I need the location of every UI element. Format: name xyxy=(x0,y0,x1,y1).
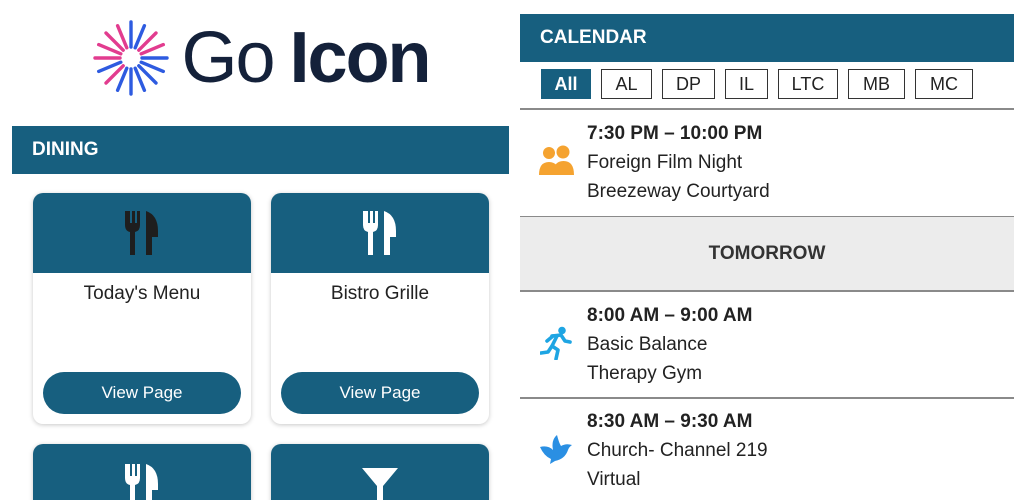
app-page: Go Icon DINING Today's Menu View Page Bis… xyxy=(0,0,1024,500)
filter-dp[interactable]: DP xyxy=(662,69,715,99)
dining-card-3[interactable] xyxy=(33,444,251,500)
card-icon-area xyxy=(271,444,489,500)
filter-il[interactable]: IL xyxy=(725,69,768,99)
filter-ltc[interactable]: LTC xyxy=(778,69,838,99)
card-title: Today's Menu xyxy=(83,283,201,304)
card-icon-area xyxy=(33,444,251,500)
divider xyxy=(520,397,1014,399)
starburst-logo-icon xyxy=(93,20,170,96)
logo: Go Icon xyxy=(12,0,509,116)
filter-mc[interactable]: MC xyxy=(915,69,973,99)
event-details: 7:30 PM – 10:00 PM Foreign Film Night Br… xyxy=(587,119,770,206)
event-location: Therapy Gym xyxy=(587,363,703,384)
event-time: 8:30 AM – 9:30 AM xyxy=(587,411,753,432)
event-time: 8:00 AM – 9:00 AM xyxy=(587,305,753,326)
filter-all[interactable]: All xyxy=(541,69,591,99)
running-icon xyxy=(538,325,574,361)
card-icon-area xyxy=(271,193,489,273)
fork-knife-icon xyxy=(125,464,158,500)
calendar-event[interactable]: 8:00 AM – 9:00 AM Basic Balance Therapy … xyxy=(520,301,1014,393)
view-page-button[interactable]: View Page xyxy=(43,372,241,414)
logo-word-icon: Icon xyxy=(289,18,432,98)
event-location: Virtual xyxy=(587,469,641,490)
filter-mb[interactable]: MB xyxy=(848,69,905,99)
event-time: 7:30 PM – 10:00 PM xyxy=(587,123,763,144)
event-details: 8:30 AM – 9:30 AM Church- Channel 219 Vi… xyxy=(587,407,768,494)
logo-word-go: Go xyxy=(181,18,275,98)
cocktail-glass-icon xyxy=(362,468,398,500)
event-title: Basic Balance xyxy=(587,334,708,355)
calendar-event[interactable]: 7:30 PM – 10:00 PM Foreign Film Night Br… xyxy=(520,119,1014,211)
divider xyxy=(520,108,1014,110)
dining-header: DINING xyxy=(12,126,509,174)
calendar-header: CALENDAR xyxy=(520,14,1014,62)
logo-wordmark: Go Icon xyxy=(181,22,431,94)
fork-knife-icon xyxy=(363,211,396,255)
event-location: Breezeway Courtyard xyxy=(587,181,770,202)
divider xyxy=(520,290,1014,292)
event-details: 8:00 AM – 9:00 AM Basic Balance Therapy … xyxy=(587,301,752,388)
fork-knife-icon xyxy=(125,211,158,255)
dining-card-4[interactable] xyxy=(271,444,489,500)
dining-card-bistro-grille[interactable]: Bistro Grille View Page xyxy=(271,193,489,424)
card-icon-area xyxy=(33,193,251,273)
event-title: Church- Channel 219 xyxy=(587,440,768,461)
dining-card-todays-menu[interactable]: Today's Menu View Page xyxy=(33,193,251,424)
tomorrow-label: TOMORROW xyxy=(520,217,1014,291)
people-icon xyxy=(538,143,574,179)
calendar-event[interactable]: 8:30 AM – 9:30 AM Church- Channel 219 Vi… xyxy=(520,407,1014,499)
view-page-button[interactable]: View Page xyxy=(281,372,479,414)
card-title: Bistro Grille xyxy=(330,283,430,304)
filter-al[interactable]: AL xyxy=(601,69,652,99)
dove-icon xyxy=(538,431,574,467)
calendar-filters: All AL DP IL LTC MB MC xyxy=(541,69,973,99)
event-title: Foreign Film Night xyxy=(587,152,743,173)
